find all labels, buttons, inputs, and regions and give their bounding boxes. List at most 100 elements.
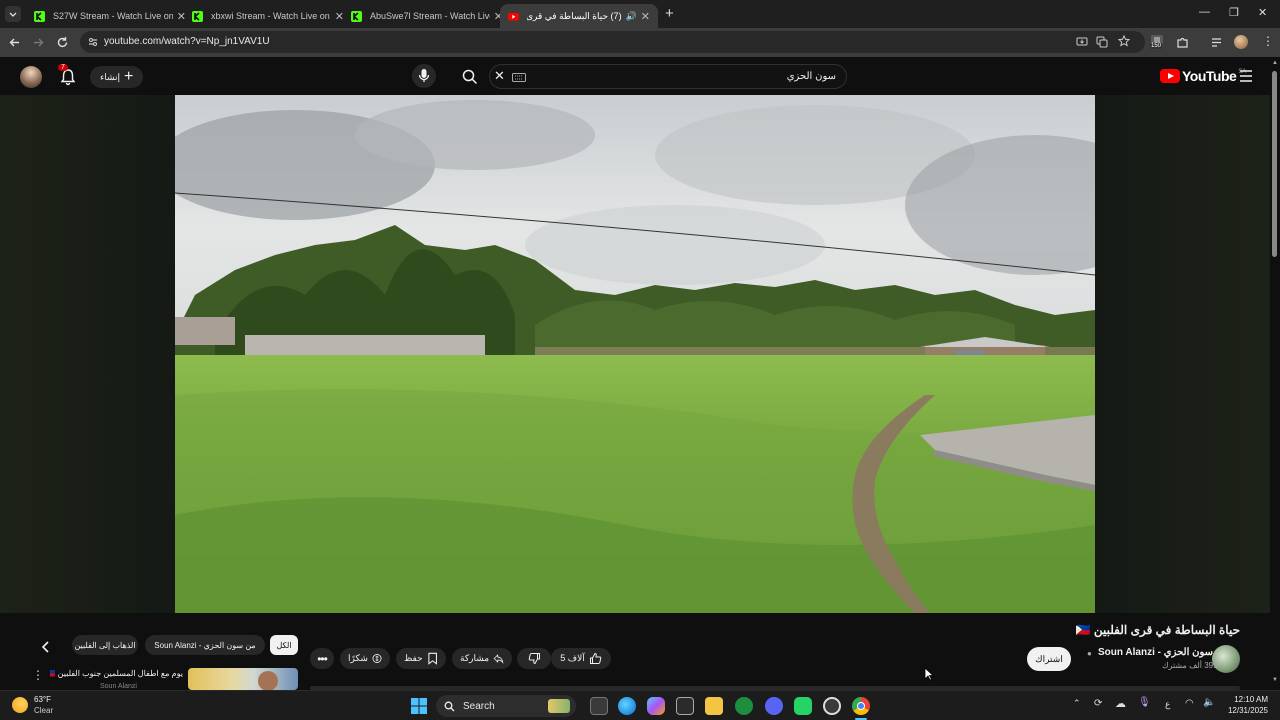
hamburger-menu-icon[interactable] bbox=[1238, 69, 1254, 83]
reading-list-icon[interactable] bbox=[1210, 36, 1223, 49]
more-actions-button[interactable]: ••• bbox=[310, 648, 334, 669]
taskbar-clock[interactable]: 12:10 AM 12/31/2025 bbox=[1228, 694, 1268, 716]
tab-search-button[interactable] bbox=[5, 6, 21, 22]
recommended-menu-icon[interactable]: ⋮ bbox=[32, 668, 44, 682]
more-vert-icon[interactable]: ⋮ bbox=[1262, 34, 1274, 48]
kick-icon bbox=[192, 10, 203, 22]
chip-go-philippines[interactable]: الذهاب إلى الفلبين bbox=[72, 635, 138, 655]
sync-icon[interactable]: ⟳ bbox=[1094, 698, 1102, 709]
scroll-down-arrow-icon[interactable]: ▼ bbox=[1272, 677, 1278, 683]
microphone-icon bbox=[418, 69, 430, 82]
tab-title: (7) حياة البساطة في قرى الفل bbox=[527, 10, 622, 21]
task-view-icon[interactable] bbox=[590, 697, 608, 715]
language-indicator[interactable]: ع bbox=[1165, 699, 1170, 710]
thanks-coin-icon bbox=[372, 653, 382, 664]
create-button[interactable]: إنشاء + bbox=[90, 66, 144, 88]
copilot-icon[interactable] bbox=[647, 697, 665, 715]
search-bar[interactable]: ✕ سون الحزي bbox=[462, 64, 847, 89]
page-scrollbar[interactable]: ▲ ▼ bbox=[1270, 57, 1280, 690]
file-explorer-icon[interactable] bbox=[705, 697, 723, 715]
subscribe-button[interactable]: اشتراك bbox=[1027, 647, 1071, 671]
microsoft-store-icon[interactable] bbox=[676, 697, 694, 715]
install-app-icon[interactable] bbox=[1076, 36, 1088, 48]
thumbs-up-icon bbox=[589, 652, 602, 664]
minimize-button[interactable]: — bbox=[1199, 6, 1210, 18]
profile-avatar[interactable] bbox=[1234, 35, 1248, 49]
reload-icon[interactable] bbox=[56, 36, 69, 49]
youtube-play-icon bbox=[1160, 69, 1180, 83]
video-frame[interactable] bbox=[175, 95, 1095, 613]
chrome-taskbar-icon[interactable] bbox=[852, 697, 870, 715]
cloud-icon[interactable]: ☁ bbox=[1115, 697, 1126, 710]
browser-tab-active[interactable]: (7) حياة البساطة في قرى الفل 🔊 ✕ bbox=[500, 4, 658, 28]
whatsapp-icon[interactable] bbox=[794, 697, 812, 715]
wifi-icon[interactable]: ◠ bbox=[1185, 698, 1194, 709]
kick-icon bbox=[351, 10, 362, 22]
more-horiz-icon: ••• bbox=[317, 651, 328, 666]
taskbar-search[interactable]: Search bbox=[436, 695, 576, 717]
speaker-icon[interactable]: 🔊 bbox=[626, 11, 637, 22]
extension-badge: 150 bbox=[1150, 43, 1163, 49]
thumbnail-face bbox=[258, 671, 278, 690]
chevron-up-icon[interactable]: ⌃ bbox=[1073, 698, 1081, 709]
extension-button[interactable]: 150 bbox=[1150, 34, 1164, 50]
search-icon[interactable] bbox=[461, 68, 479, 86]
chip-from-channel[interactable]: من سون الحزي - Soun Alanzi bbox=[145, 635, 265, 655]
forward-arrow-icon[interactable] bbox=[32, 36, 45, 49]
browser-tab[interactable]: S27W Stream - Watch Live on K ✕ bbox=[26, 4, 194, 28]
microphone-tray-icon[interactable]: 🎙 bbox=[1138, 697, 1151, 708]
windows-start-icon[interactable] bbox=[410, 697, 428, 715]
browser-tab[interactable]: AbuSwe7l Stream - Watch Live ✕ bbox=[343, 4, 511, 28]
close-window-button[interactable]: ✕ bbox=[1258, 6, 1267, 19]
account-avatar[interactable] bbox=[20, 66, 42, 88]
thanks-label: شكرًا bbox=[348, 653, 368, 663]
channel-name[interactable]: سون الحزي - Soun Alanzi bbox=[1098, 647, 1213, 658]
thumbs-down-icon bbox=[528, 653, 540, 665]
youtube-logo[interactable]: YouTube SA bbox=[1160, 68, 1246, 84]
browser-toolbar: youtube.com/watch?v=Np_jn1VAV1U 150 ⋮ bbox=[0, 28, 1280, 57]
chevron-down-icon bbox=[9, 12, 17, 17]
close-icon[interactable]: ✕ bbox=[641, 10, 650, 23]
address-bar[interactable]: youtube.com/watch?v=Np_jn1VAV1U bbox=[80, 31, 1145, 53]
edge-browser-icon[interactable] bbox=[618, 697, 636, 715]
save-button[interactable]: حفظ bbox=[396, 648, 446, 669]
site-info-icon[interactable] bbox=[87, 36, 99, 48]
recommended-title[interactable]: يوم مع اطفال المسلمين جنوب الفلبين 🇵🇭 bbox=[50, 669, 183, 678]
volume-icon[interactable]: 🔈 bbox=[1203, 697, 1215, 708]
browser-tab[interactable]: xbxwi Stream - Watch Live on K ✕ bbox=[184, 4, 352, 28]
thanks-button[interactable]: شكرًا bbox=[340, 648, 390, 669]
search-input[interactable]: سون الحزي bbox=[787, 71, 836, 82]
keyboard-icon[interactable] bbox=[512, 73, 526, 82]
bookmark-icon bbox=[428, 652, 437, 665]
notifications-button[interactable]: 7 bbox=[58, 64, 78, 87]
like-button[interactable]: 5 آلاف bbox=[551, 648, 611, 669]
translate-icon[interactable] bbox=[1096, 36, 1108, 48]
notification-badge: 7 bbox=[58, 64, 68, 71]
create-label: إنشاء bbox=[100, 71, 121, 82]
new-tab-button[interactable]: + bbox=[665, 5, 674, 22]
back-arrow-icon[interactable] bbox=[8, 36, 21, 49]
xbox-icon[interactable] bbox=[735, 697, 753, 715]
chips-prev-button[interactable] bbox=[36, 637, 56, 657]
voice-search-button[interactable] bbox=[412, 64, 436, 88]
puzzle-icon[interactable] bbox=[1176, 36, 1189, 49]
clear-search-icon[interactable]: ✕ bbox=[494, 68, 505, 84]
snipping-tool-icon[interactable] bbox=[823, 697, 841, 715]
maximize-button[interactable]: ❐ bbox=[1229, 6, 1239, 19]
url-text: youtube.com/watch?v=Np_jn1VAV1U bbox=[104, 36, 270, 47]
weather-desc: Clear bbox=[34, 706, 54, 715]
dislike-button[interactable] bbox=[517, 648, 551, 669]
tab-title: S27W Stream - Watch Live on K bbox=[53, 11, 173, 21]
share-button[interactable]: مشاركة bbox=[452, 648, 512, 669]
recommended-thumbnail[interactable] bbox=[188, 668, 298, 690]
clock-date: 12/31/2025 bbox=[1227, 706, 1268, 715]
tab-title: xbxwi Stream - Watch Live on K bbox=[211, 11, 331, 21]
tab-title: AbuSwe7l Stream - Watch Live bbox=[370, 11, 490, 21]
chip-all[interactable]: الكل bbox=[270, 635, 298, 655]
save-label: حفظ bbox=[404, 653, 423, 663]
search-highlight-icon bbox=[548, 699, 570, 713]
scroll-up-arrow-icon[interactable]: ▲ bbox=[1272, 60, 1278, 66]
discord-icon[interactable] bbox=[765, 697, 783, 715]
bookmark-star-icon[interactable] bbox=[1118, 35, 1130, 47]
scrollbar-thumb[interactable] bbox=[1272, 71, 1277, 257]
